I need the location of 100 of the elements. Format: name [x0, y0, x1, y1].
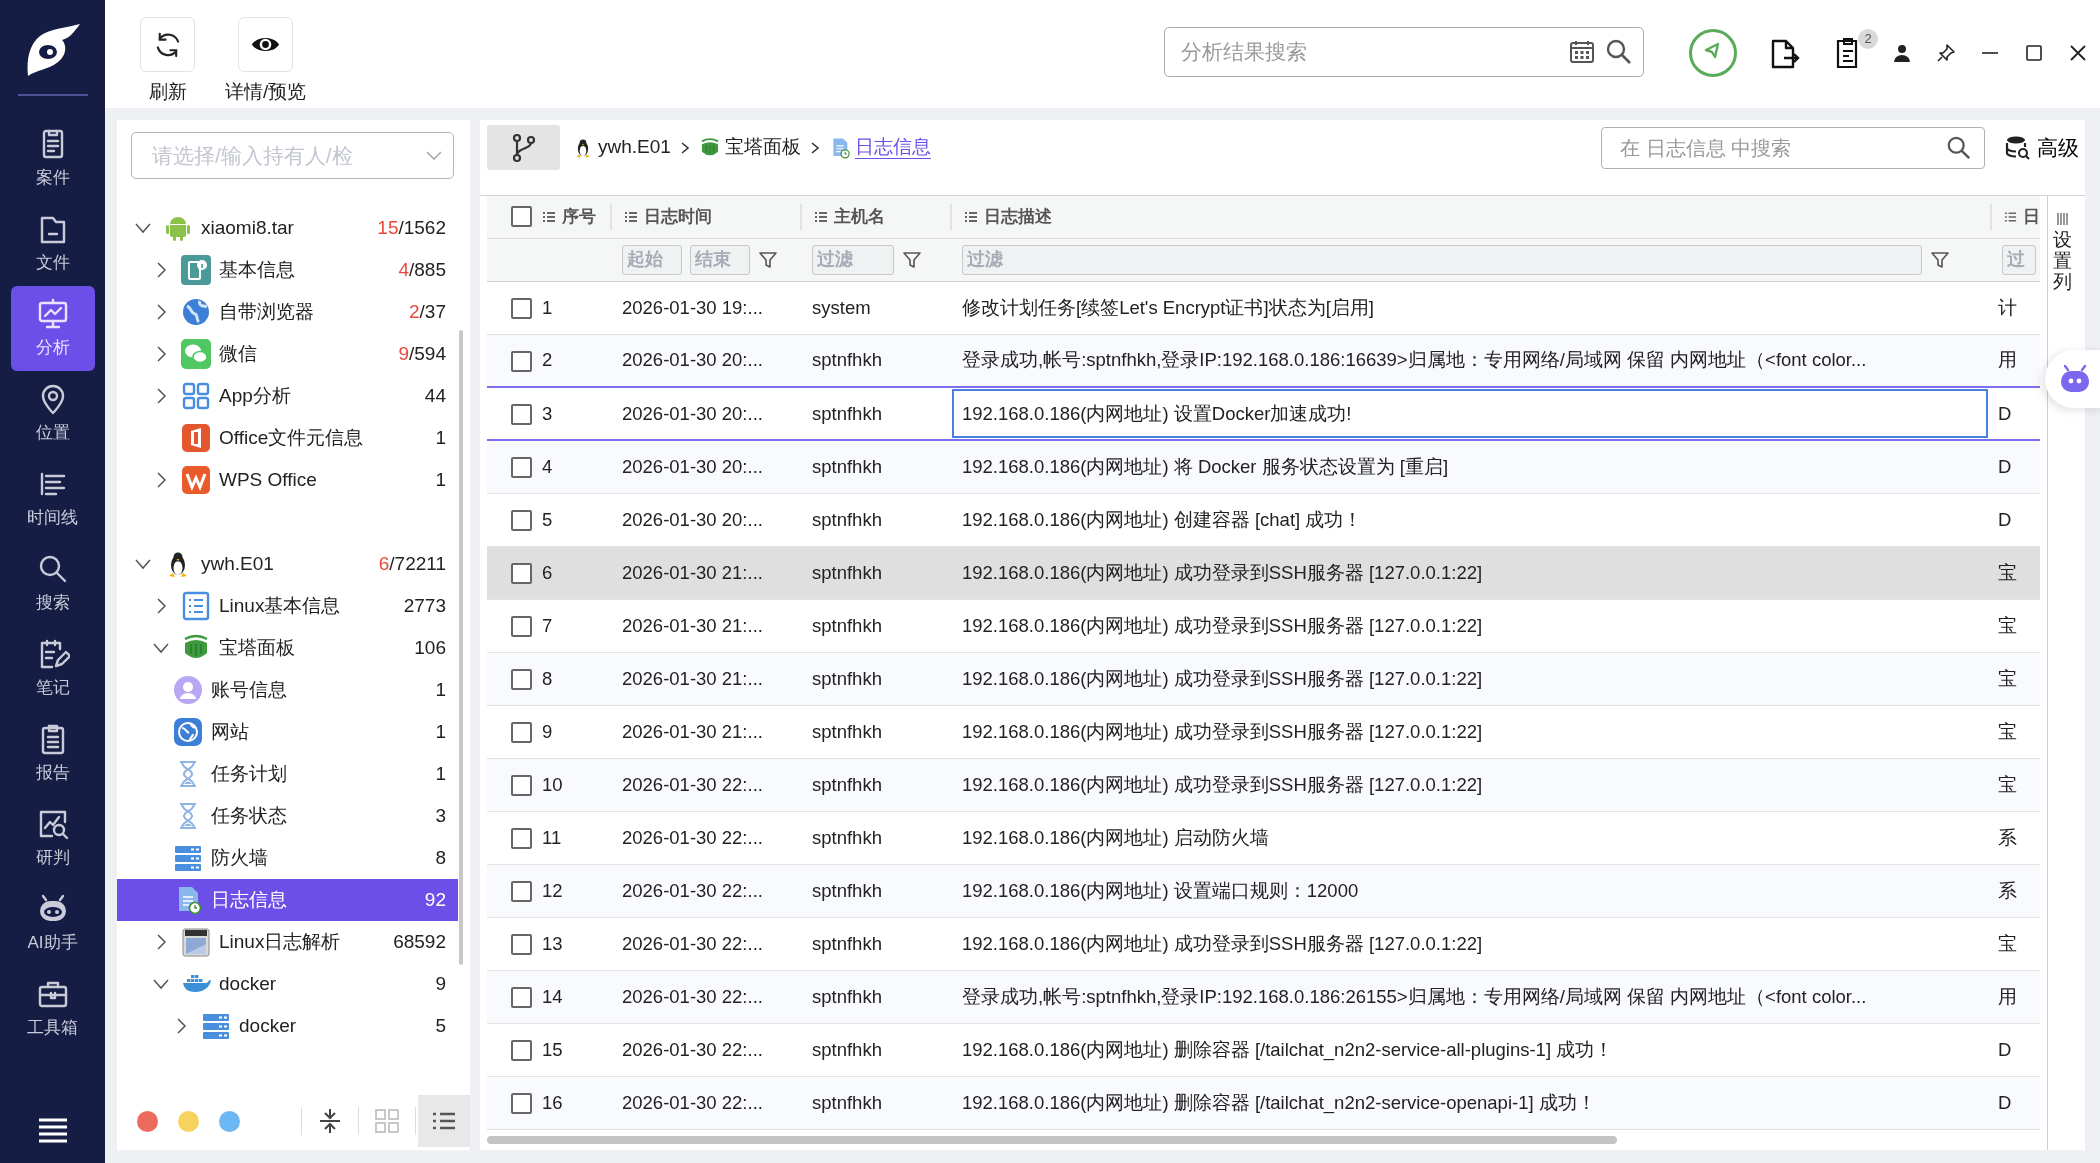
tree-item[interactable]: xiaomi8.tar 15/1562	[117, 207, 458, 249]
toolbar-button[interactable]: 刷新	[140, 17, 195, 107]
nav-item[interactable]: 研判	[10, 796, 95, 881]
tree-item[interactable]: Linux基本信息 2773	[117, 585, 458, 627]
table-row[interactable]: 15 2026-01-30 22:... sptnfhkh 192.168.0.186(内网地址) 删除容器 [/tailchat_n2n2-service-all-plugins-1] 成功！ D	[487, 1023, 2040, 1076]
tree-item[interactable]: 日志信息 92	[117, 879, 458, 921]
nav-item[interactable]: 工具箱	[10, 966, 95, 1051]
checkbox[interactable]	[511, 404, 532, 426]
checkbox[interactable]	[511, 828, 532, 850]
breadcrumb-link[interactable]: ywh.E01	[572, 133, 671, 162]
tree-item[interactable]: 微信 9/594	[117, 333, 458, 375]
column-header[interactable]: 序号	[562, 204, 596, 230]
server-icon	[201, 1011, 231, 1041]
tree-item[interactable]: Office文件元信息 1	[117, 417, 458, 459]
table-row[interactable]: 9 2026-01-30 21:... sptnfhkh 192.168.0.186(内网地址) 成功登录到SSH服务器 [127.0.0.1:22] 宝	[487, 705, 2040, 758]
tree-item[interactable]: docker 9	[117, 963, 458, 1005]
checkbox[interactable]	[511, 934, 532, 956]
table-row[interactable]: 5 2026-01-30 20:... sptnfhkh 192.168.0.186(内网地址) 创建容器 [chat] 成功！ D	[487, 493, 2040, 546]
nav-item[interactable]: 报告	[10, 711, 95, 796]
list-icon	[181, 591, 211, 621]
nav-item[interactable]: 文件	[10, 201, 95, 286]
table-row[interactable]: 10 2026-01-30 22:... sptnfhkh 192.168.0.186(内网地址) 成功登录到SSH服务器 [127.0.0.1:22] 宝	[487, 758, 2040, 811]
filter-field[interactable]: 过滤	[962, 244, 1922, 275]
search-icon[interactable]	[1605, 38, 1633, 66]
tree-item[interactable]: Linux日志解析 68592	[117, 921, 458, 963]
checkbox[interactable]	[511, 563, 532, 585]
checkbox[interactable]	[511, 775, 532, 797]
table-cell: 192.168.0.186(内网地址) 启动防火墙	[950, 811, 1990, 864]
table-row[interactable]: 4 2026-01-30 20:... sptnfhkh 192.168.0.186(内网地址) 将 Docker 服务状态设置为 [重启] D	[487, 440, 2040, 493]
table-row[interactable]: 7 2026-01-30 21:... sptnfhkh 192.168.0.186(内网地址) 成功登录到SSH服务器 [127.0.0.1:22] 宝	[487, 599, 2040, 652]
checkbox[interactable]	[511, 669, 532, 691]
advanced-button[interactable]: 高级	[2005, 131, 2079, 164]
filter-icon[interactable]	[1930, 249, 1950, 270]
filter-field[interactable]: 起始	[622, 244, 682, 275]
search-field[interactable]: 分析结果搜索	[1164, 27, 1644, 77]
table-row[interactable]: 12 2026-01-30 22:... sptnfhkh 192.168.0.186(内网地址) 设置端口规则：12000 系	[487, 864, 2040, 917]
menu-icon[interactable]	[36, 1117, 69, 1145]
table-row[interactable]: 16 2026-01-30 22:... sptnfhkh 192.168.0.186(内网地址) 删除容器 [/tailchat_n2n2-service-openapi-1] 成功！ D	[487, 1076, 2040, 1129]
tree-item[interactable]: 基本信息 4/885	[117, 249, 458, 291]
filter-icon[interactable]	[758, 249, 778, 270]
tree-item[interactable]: App分析 44	[117, 375, 458, 417]
owner-dropdown[interactable]: 请选择/输入持有人/检	[150, 138, 425, 173]
color-dot[interactable]	[178, 1110, 199, 1132]
user-icon[interactable]	[1891, 42, 1913, 64]
nav-item[interactable]: 案件	[10, 116, 95, 201]
tree-item[interactable]: docker 5	[117, 1005, 458, 1047]
color-dot[interactable]	[219, 1110, 240, 1132]
table-row[interactable]: 3 2026-01-30 20:... sptnfhkh 192.168.0.186(内网地址) 设置Docker加速成功! D	[487, 387, 2040, 440]
tree-item[interactable]: 账号信息 1	[117, 669, 458, 711]
checkbox[interactable]	[511, 616, 532, 638]
tree-item[interactable]: 网站 1	[117, 711, 458, 753]
tree-item[interactable]: 任务状态 3	[117, 795, 458, 837]
tree-item[interactable]: ywh.E01 6/72211	[117, 543, 458, 585]
calendar-icon[interactable]	[1569, 39, 1595, 65]
breadcrumb-link[interactable]: 宝塔面板	[698, 133, 801, 162]
checkbox[interactable]	[511, 881, 532, 903]
tree-item[interactable]: 自带浏览器 2/37	[117, 291, 458, 333]
checkbox[interactable]	[511, 298, 532, 320]
nav-item[interactable]: 笔记	[10, 626, 95, 711]
breadcrumb-link[interactable]: 日志信息	[828, 133, 931, 162]
nav-item[interactable]: 搜索	[10, 541, 95, 626]
nav-item[interactable]: 时间线	[10, 456, 95, 541]
checkbox[interactable]	[511, 722, 532, 744]
scrollbar[interactable]	[459, 330, 463, 965]
nav-item[interactable]: 位置	[10, 371, 95, 456]
checkbox[interactable]	[511, 510, 532, 532]
nav-item[interactable]: AI助手	[10, 881, 95, 966]
checkbox[interactable]	[511, 457, 532, 479]
table-row[interactable]: 13 2026-01-30 22:... sptnfhkh 192.168.0.186(内网地址) 成功登录到SSH服务器 [127.0.0.1:22] 宝	[487, 917, 2040, 970]
column-header[interactable]: 日志描述	[984, 204, 1052, 230]
checkbox[interactable]	[511, 1040, 532, 1062]
scrollbar[interactable]	[487, 1136, 1617, 1144]
filter-field[interactable]: 过	[2002, 244, 2036, 275]
table-row[interactable]: 14 2026-01-30 22:... sptnfhkh 登录成功,帐号:sptnfhkh,登录IP:192.168.0.186:26155>归属地：专用网络/局域网 保留 内网地址（<font color... 用	[487, 970, 2040, 1023]
nav-item[interactable]: 分析	[10, 286, 95, 371]
tree-item[interactable]: WPS Office 1	[117, 459, 458, 501]
table-row[interactable]: 1 2026-01-30 19:... system 修改计划任务[续签Let's Encrypt证书]状态为[启用] 计	[487, 281, 2040, 334]
checkbox[interactable]	[511, 206, 532, 228]
table-row[interactable]: 2 2026-01-30 20:... sptnfhkh 登录成功,帐号:sptnfhkh,登录IP:192.168.0.186:16639>归属地：专用网络/局域网 保留 内网地址（<font color... 用	[487, 334, 2040, 387]
color-dot[interactable]	[137, 1110, 158, 1132]
checkbox[interactable]	[511, 987, 532, 1009]
checkbox[interactable]	[511, 1093, 532, 1115]
filter-field[interactable]: 结束	[690, 244, 750, 275]
maximize-icon[interactable]	[2023, 42, 2045, 64]
search-icon[interactable]	[1946, 134, 1972, 161]
search-field[interactable]: 在 日志信息 中搜索	[1601, 126, 1985, 169]
filter-field[interactable]: 过滤	[812, 244, 894, 275]
table-row[interactable]: 8 2026-01-30 21:... sptnfhkh 192.168.0.186(内网地址) 成功登录到SSH服务器 [127.0.0.1:22] 宝	[487, 652, 2040, 705]
owner-dropdown[interactable]: 请选择/输入持有人/检	[131, 132, 454, 179]
tree-item[interactable]: 防火墙 8	[117, 837, 458, 879]
tree-item[interactable]: 任务计划 1	[117, 753, 458, 795]
checkbox[interactable]	[511, 351, 532, 372]
tree-item[interactable]: 宝塔面板 106	[117, 627, 458, 669]
filter-icon[interactable]	[902, 249, 922, 270]
branch-button[interactable]	[487, 125, 560, 170]
toolbar-button[interactable]: 详情/预览	[225, 17, 307, 107]
view-toggle-button[interactable]	[418, 1095, 470, 1147]
table-row[interactable]: 6 2026-01-30 21:... sptnfhkh 192.168.0.186(内网地址) 成功登录到SSH服务器 [127.0.0.1:22] 宝	[487, 546, 2040, 599]
table-row[interactable]: 11 2026-01-30 22:... sptnfhkh 192.168.0.186(内网地址) 启动防火墙 系	[487, 811, 2040, 864]
pin-icon[interactable]	[1935, 42, 1957, 64]
